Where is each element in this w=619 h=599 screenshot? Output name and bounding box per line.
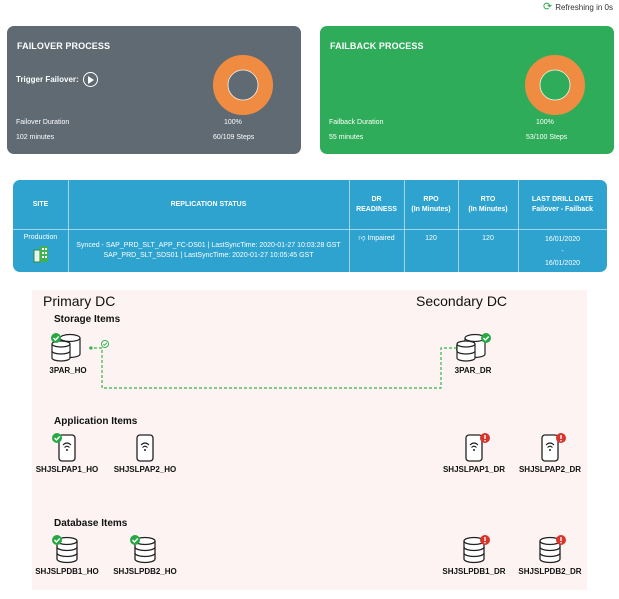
storage-label-dr: 3PAR_DR (454, 366, 492, 375)
thumbs-down-icon: 👎︎ (358, 235, 366, 242)
header-site: SITE (32, 200, 49, 208)
site-name: Production (23, 234, 58, 241)
header-rto: RTO (In Minutes) (468, 196, 508, 213)
failover-donut-chart (213, 55, 273, 115)
cell-site: Production (13, 229, 68, 272)
database-icon (463, 535, 490, 564)
failback-duration-label: Failback Duration (329, 119, 384, 126)
storage-label-ho: 3PAR_HO (49, 366, 87, 375)
header-rpo: RPO (In Minutes) (411, 196, 451, 213)
app-label: SHJSLPAP2_HO (113, 465, 177, 474)
failover-duration-label: Failover Duration (16, 119, 70, 126)
storage-array-icon (51, 333, 81, 362)
refresh-indicator[interactable]: ⟳ Refreshing in 0s (543, 2, 613, 13)
app-node-dr-2[interactable]: SHJSLPAP2_DR (510, 433, 590, 474)
failover-title: FAILOVER PROCESS (17, 41, 111, 51)
database-icon (52, 535, 78, 564)
header-dr-readiness: DR READINESS (356, 196, 397, 213)
refresh-icon[interactable]: ⟳ (543, 2, 552, 13)
failover-card: FAILOVER PROCESS Trigger Failover: Failo… (7, 26, 301, 154)
app-server-icon (136, 434, 154, 462)
play-icon[interactable] (82, 72, 98, 87)
app-label: SHJSLPAP1_HO (35, 465, 99, 474)
refresh-text: Refreshing in 0s (555, 2, 613, 12)
failover-donut-ring (213, 55, 273, 115)
db-node-dr-1[interactable]: SHJSLPDB1_DR (434, 535, 514, 576)
header-replication-status: REPLICATION STATUS (170, 200, 247, 208)
failover-steps: 60/109 Steps (213, 134, 255, 141)
trigger-failover-label: Trigger Failover: (16, 75, 79, 84)
building-icon (33, 246, 48, 263)
app-server-icon (465, 433, 490, 462)
db-label: SHJSLPDB2_DR (518, 567, 582, 576)
app-node-ho-1[interactable]: SHJSLPAP1_HO (27, 433, 107, 474)
failback-donut-ring (525, 55, 585, 115)
cell-dr-readiness: 👎︎ Impaired (358, 235, 395, 242)
cell-replication-status: Synced - SAP_PRD_SLT_APP_FC-DS01 | LastS… (76, 242, 341, 259)
failback-percent: 100% (536, 119, 554, 126)
cell-last-drill-date: 16/01/2020 - 16/01/2020 (544, 236, 581, 267)
app-server-icon (541, 433, 566, 462)
header-last-drill-date: LAST DRILL DATE Failover - Failback (531, 196, 594, 213)
cell-rto: 120 (482, 235, 494, 242)
failover-duration-value: 102 minutes (16, 134, 55, 141)
storage-node-dr[interactable]: 3PAR_DR (433, 332, 513, 375)
dc-topology: Primary DC Secondary DC Storage Items Ap… (32, 290, 587, 590)
storage-node-ho[interactable]: 3PAR_HO (28, 332, 108, 375)
replication-table: SITE REPLICATION STATUS DR READINESS RPO(… (13, 180, 607, 272)
app-label: SHJSLPAP2_DR (518, 465, 582, 474)
db-node-ho-1[interactable]: SHJSLPDB1_HO (27, 535, 107, 576)
database-icon (539, 535, 566, 564)
app-node-ho-2[interactable]: SHJSLPAP2_HO (105, 433, 185, 474)
database-icon (130, 535, 156, 564)
app-node-dr-1[interactable]: SHJSLPAP1_DR (434, 433, 514, 474)
db-node-dr-2[interactable]: SHJSLPDB2_DR (510, 535, 590, 576)
failback-title: FAILBACK PROCESS (330, 41, 424, 51)
db-label: SHJSLPDB1_HO (35, 567, 99, 576)
failback-steps: 53/100 Steps (526, 134, 568, 141)
db-node-ho-2[interactable]: SHJSLPDB2_HO (105, 535, 185, 576)
failback-donut-chart (525, 55, 585, 115)
db-label: SHJSLPDB1_DR (442, 567, 506, 576)
cell-rpo: 120 (425, 235, 437, 242)
app-label: SHJSLPAP1_DR (442, 465, 506, 474)
storage-array-icon (456, 333, 491, 362)
app-server-icon (52, 433, 76, 462)
failback-duration-value: 55 minutes (329, 134, 364, 141)
failover-percent: 100% (224, 119, 242, 126)
db-label: SHJSLPDB2_HO (113, 567, 177, 576)
failback-card: FAILBACK PROCESS Failback Duration 55 mi… (320, 26, 614, 154)
trigger-failover: Trigger Failover: (16, 72, 98, 87)
